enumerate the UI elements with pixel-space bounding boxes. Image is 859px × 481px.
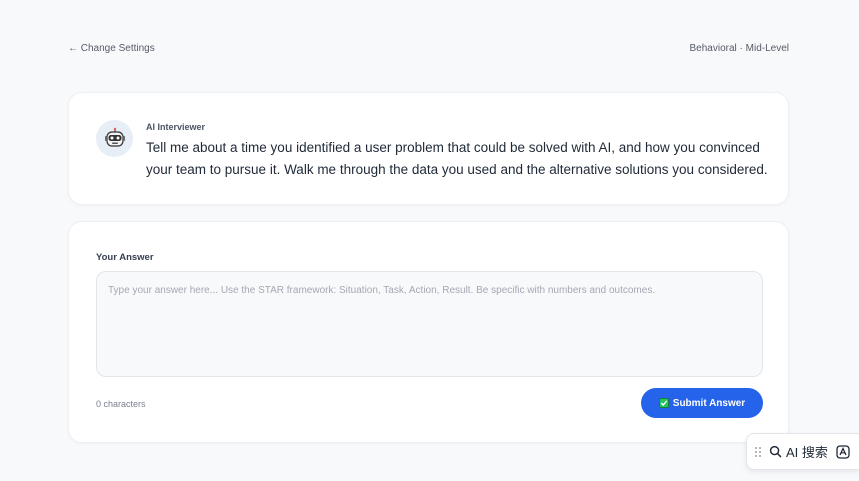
question-card: AI Interviewer Tell me about a time you … <box>68 92 789 205</box>
character-count: 0 characters <box>96 399 146 409</box>
ai-search-widget: AI 搜索 <box>746 433 859 470</box>
answer-textarea[interactable] <box>96 271 763 377</box>
robot-icon <box>104 127 125 147</box>
ai-search-label: AI 搜索 <box>786 445 828 460</box>
submit-answer-button[interactable]: Submit Answer <box>641 388 763 418</box>
submit-answer-label: Submit Answer <box>672 397 746 409</box>
top-bar: ← Change Settings Behavioral · Mid-Level <box>68 43 789 54</box>
session-meta: Behavioral · Mid-Level <box>689 43 790 54</box>
search-icon <box>769 445 782 458</box>
answer-card: Your Answer 0 characters Submit Answer <box>68 221 789 443</box>
interviewer-label: AI Interviewer <box>146 122 206 132</box>
check-icon <box>658 398 669 408</box>
translate-icon <box>836 444 850 459</box>
question-text: Tell me about a time you identified a us… <box>146 140 768 177</box>
interviewer-avatar <box>96 120 133 157</box>
drag-handle-icon[interactable] <box>755 446 761 457</box>
change-settings-link[interactable]: ← Change Settings <box>68 43 155 54</box>
answer-label: Your Answer <box>96 252 154 263</box>
ai-search-button[interactable]: AI 搜索 <box>769 442 828 461</box>
translate-button[interactable] <box>836 444 850 459</box>
